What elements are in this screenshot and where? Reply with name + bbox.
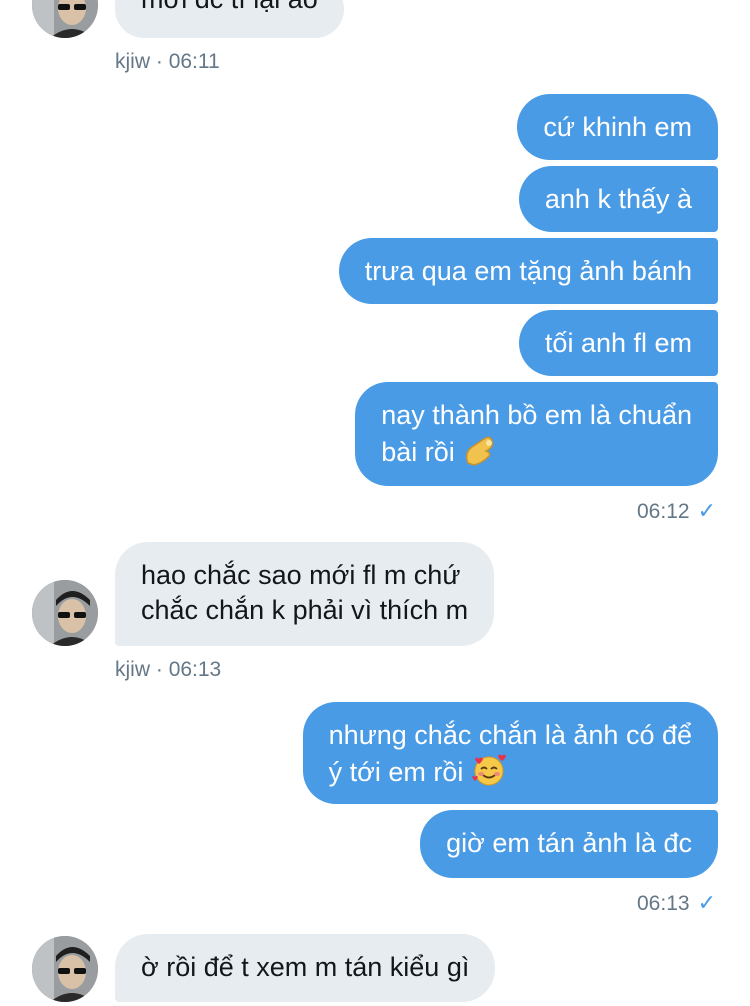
message-text: anh k thấy à [544, 184, 692, 214]
message-bubble-outgoing[interactable]: tối anh fl em [518, 310, 718, 376]
message-time: 06:12 [637, 500, 690, 523]
message-time: 06:13 [168, 658, 222, 681]
message-bubble-incoming[interactable]: mới đc tí lại ảo [115, 0, 344, 38]
message-text: ờ rồi để t xem m tán kiểu gì [141, 952, 470, 982]
message-bubble-incoming[interactable]: hao chắc sao mới fl m chứ chắc chắn k ph… [115, 542, 495, 646]
message-text-line: bài rồi [381, 437, 455, 467]
message-text: cứ khinh em [543, 112, 692, 142]
sender-name: kjiw [115, 50, 150, 73]
message-bubble-outgoing[interactable]: nay thành bồ em là chuẩn bài rồi [355, 382, 718, 486]
message-bubble-outgoing[interactable]: nhưng chắc chắn là ảnh có để ý tới em rồ… [302, 702, 718, 804]
message-meta: 06:12 ✓ [637, 498, 716, 524]
message-text-line: ý tới em rồi [328, 757, 464, 787]
message-bubble-outgoing[interactable]: cứ khinh em [517, 94, 718, 160]
avatar[interactable] [32, 580, 98, 646]
message-time: 06:13 [637, 892, 690, 915]
avatar[interactable] [32, 0, 98, 38]
sender-name: kjiw [115, 658, 150, 681]
message-bubble-outgoing[interactable]: giờ em tán ảnh là đc [420, 810, 718, 878]
message-bubble-outgoing[interactable]: trưa qua em tặng ảnh bánh [338, 238, 718, 304]
meta-separator: · [155, 658, 163, 681]
smiling-face-with-hearts-emoji [471, 753, 507, 796]
message-meta: kjiw · 06:13 [115, 658, 221, 682]
message-text: trưa qua em tặng ảnh bánh [364, 256, 692, 286]
avatar-photo [32, 580, 98, 646]
avatar-photo [32, 936, 98, 1002]
pinching-hand-emoji [462, 433, 498, 476]
message-text: tối anh fl em [544, 328, 692, 358]
message-text: giờ em tán ảnh là đc [446, 828, 692, 858]
message-text-line: hao chắc sao mới fl m chứ [141, 560, 461, 590]
message-bubble-outgoing[interactable]: anh k thấy à [518, 166, 718, 232]
avatar-photo [32, 0, 98, 38]
meta-separator: · [155, 50, 163, 73]
read-check-icon: ✓ [697, 498, 716, 523]
message-meta: kjiw · 06:11 [115, 50, 220, 74]
message-meta: 06:13 ✓ [637, 890, 716, 916]
read-check-icon: ✓ [697, 890, 716, 915]
message-text-line: nhưng chắc chắn là ảnh có để [328, 720, 692, 750]
message-text-line: chắc chắn k phải vì thích m [141, 595, 469, 625]
avatar[interactable] [32, 936, 98, 1002]
message-text-line: nay thành bồ em là chuẩn [381, 400, 692, 430]
message-time: 06:11 [168, 50, 220, 73]
message-bubble-incoming[interactable]: ờ rồi để t xem m tán kiểu gì [115, 934, 496, 1002]
message-text: mới đc tí lại ảo [141, 0, 318, 14]
